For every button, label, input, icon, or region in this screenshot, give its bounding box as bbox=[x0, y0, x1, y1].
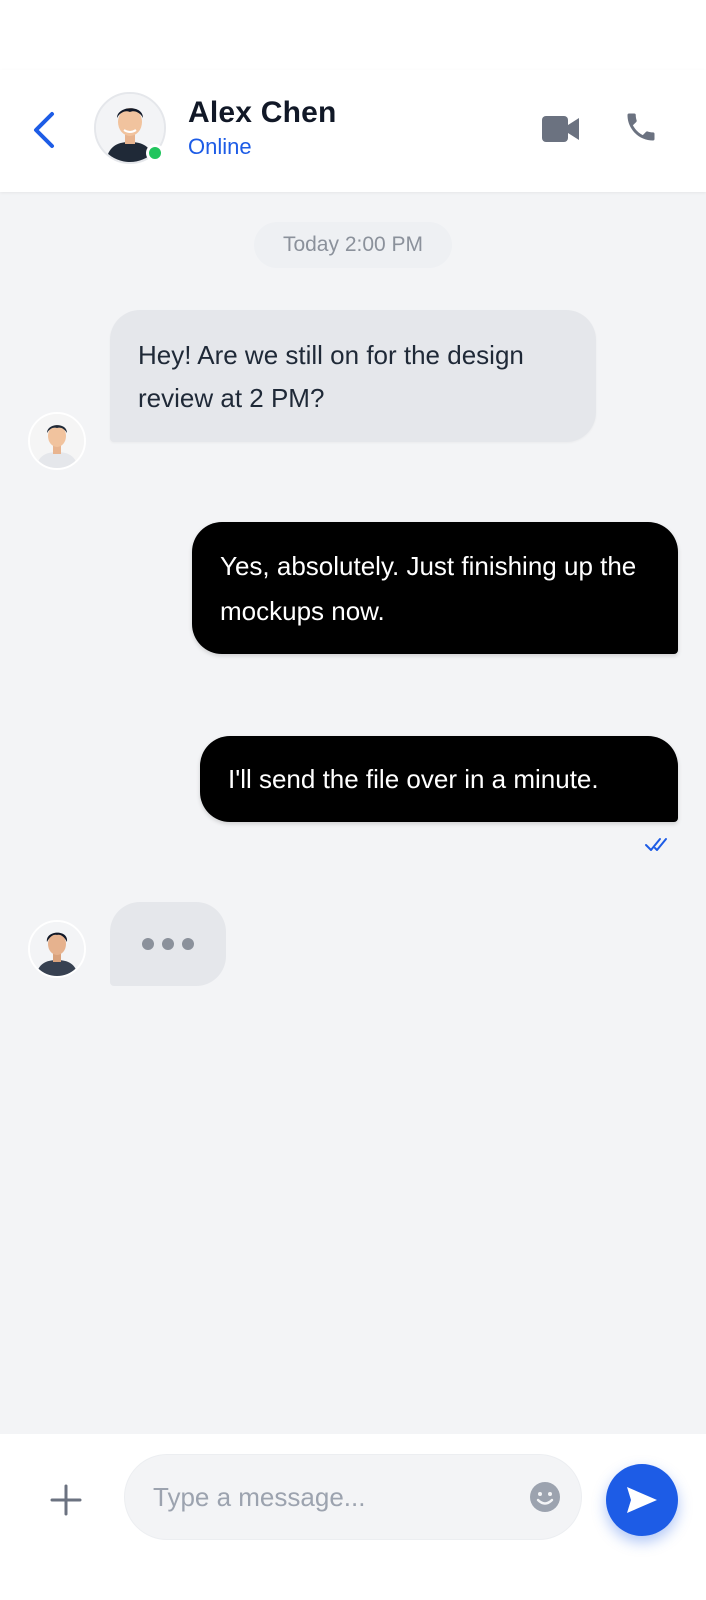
phone-icon bbox=[627, 113, 655, 141]
chevron-left-icon bbox=[34, 112, 54, 148]
chat-header: Alex Chen Online bbox=[0, 70, 706, 192]
voice-call-button[interactable] bbox=[618, 104, 664, 150]
emoji-button[interactable] bbox=[525, 1477, 565, 1517]
typing-indicator bbox=[110, 902, 226, 986]
attach-button[interactable] bbox=[44, 1478, 88, 1522]
smiley-icon bbox=[530, 1482, 560, 1512]
status-bar-area bbox=[0, 0, 706, 70]
online-indicator bbox=[146, 144, 164, 162]
avatar bbox=[28, 920, 86, 978]
date-separator: Today 2:00 PM bbox=[254, 222, 452, 268]
avatar-illustration bbox=[30, 414, 84, 468]
typing-dot bbox=[182, 938, 194, 950]
avatar-illustration bbox=[30, 922, 84, 976]
video-camera-icon bbox=[542, 116, 579, 142]
contact-name[interactable]: Alex Chen bbox=[188, 96, 337, 130]
typing-dot bbox=[162, 938, 174, 950]
send-icon bbox=[627, 1487, 657, 1513]
plus-icon bbox=[50, 1484, 82, 1516]
avatar bbox=[28, 412, 86, 470]
message-outgoing[interactable]: I'll send the file over in a minute. bbox=[200, 736, 678, 822]
back-button[interactable] bbox=[24, 100, 64, 160]
message-input-box[interactable] bbox=[124, 1454, 582, 1540]
message-composer bbox=[0, 1434, 706, 1600]
video-call-button[interactable] bbox=[538, 106, 584, 152]
message-input[interactable] bbox=[153, 1455, 513, 1539]
message-incoming[interactable]: Hey! Are we still on for the design revi… bbox=[110, 310, 596, 442]
contact-avatar-wrap[interactable] bbox=[94, 92, 166, 164]
typing-dot bbox=[142, 938, 154, 950]
contact-status: Online bbox=[188, 134, 252, 159]
double-check-icon bbox=[645, 838, 667, 851]
message-outgoing[interactable]: Yes, absolutely. Just finishing up the m… bbox=[192, 522, 678, 654]
send-button[interactable] bbox=[606, 1464, 678, 1536]
